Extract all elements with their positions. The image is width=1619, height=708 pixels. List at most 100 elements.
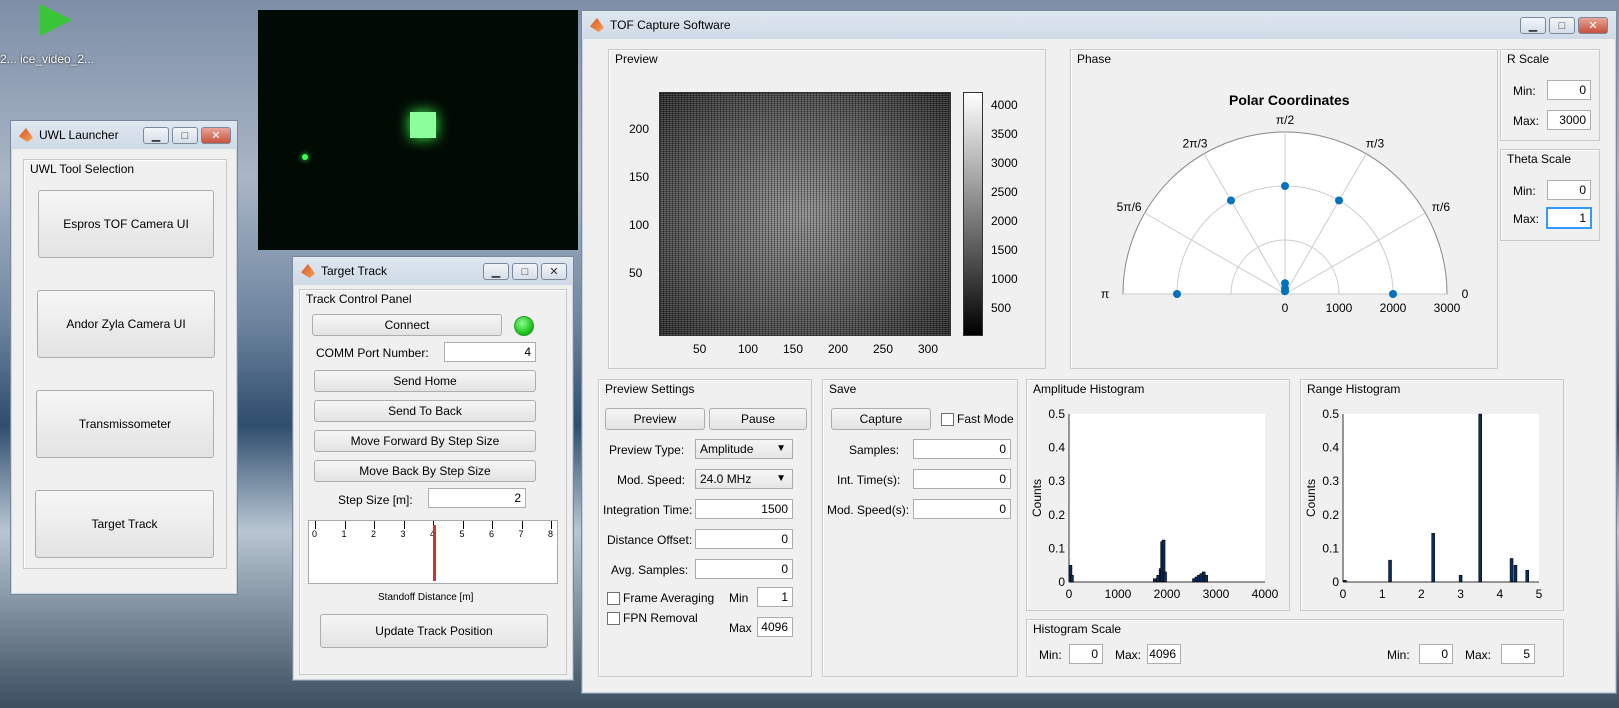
hist-axes: [1343, 414, 1539, 582]
espros-button[interactable]: Espros TOF Camera UI: [38, 190, 214, 258]
avg-samples-input[interactable]: 0: [695, 559, 793, 579]
hist-bar: [1153, 578, 1157, 583]
r-min-input[interactable]: 0: [1547, 80, 1591, 100]
mod-speed-select[interactable]: 24.0 MHz ▼: [695, 469, 793, 489]
theta-scale-panel: Theta Scale Min: 0 Max: 1: [1500, 149, 1600, 241]
minimize-button[interactable]: ▁: [483, 263, 509, 280]
polar-point: [1334, 196, 1343, 205]
mod-speeds-input[interactable]: 0: [913, 499, 1011, 519]
fpn-checkbox[interactable]: [607, 612, 620, 625]
max-input[interactable]: 4096: [757, 617, 793, 637]
hist-y-tick: 0.1: [1322, 541, 1339, 555]
ruler-tick-label: 1: [341, 529, 347, 539]
ruler-tick-label: 3: [400, 529, 406, 539]
range-min-input[interactable]: 0: [1419, 644, 1453, 664]
hist-y-tick: 0.2: [1048, 508, 1065, 522]
colorbar: [963, 92, 983, 336]
r-max-label: Max:: [1513, 114, 1540, 128]
colorbar-tick: 1000: [991, 272, 1018, 286]
close-button[interactable]: ✕: [541, 263, 567, 280]
range-max-input[interactable]: 5: [1501, 644, 1535, 664]
int-time-input[interactable]: 0: [913, 469, 1011, 489]
uwl-tool-panel-label: UWL Tool Selection: [28, 162, 137, 176]
samples-input[interactable]: 0: [913, 439, 1011, 459]
fpn-label: FPN Removal: [623, 611, 698, 625]
minimize-button[interactable]: ▁: [143, 127, 169, 144]
tof-window: TOF Capture Software ▁ □ ✕ Preview 200 150 1…: [581, 10, 1617, 694]
amp-min-input[interactable]: 0: [1069, 644, 1103, 664]
desktop-play-icon[interactable]: [40, 4, 72, 36]
hist-scale-panel: Histogram Scale Min: 0 Max: 4096 Min: 0 …: [1026, 619, 1564, 677]
minimize-button[interactable]: ▁: [1520, 17, 1546, 34]
close-button[interactable]: ✕: [1578, 17, 1608, 34]
pause-button[interactable]: Pause: [709, 408, 807, 430]
hist-y-tick: 0.1: [1048, 541, 1065, 555]
maximize-button[interactable]: □: [172, 127, 198, 144]
preview-y-tick: 150: [629, 170, 650, 184]
preview-y-tick: 200: [629, 122, 650, 136]
hist-x-tick: 2000: [1154, 587, 1181, 601]
target-track-button[interactable]: Target Track: [35, 490, 214, 558]
hist-x-tick: 2: [1418, 587, 1425, 601]
preview-image: [659, 92, 951, 336]
polar-point: [1389, 290, 1397, 298]
hist-y-tick: 0.5: [1322, 407, 1339, 421]
hist-axes: [1069, 414, 1265, 582]
r-max-input[interactable]: 3000: [1547, 110, 1591, 130]
video-window: [258, 10, 578, 250]
transmissometer-button[interactable]: Transmissometer: [36, 390, 214, 458]
uwl-launcher-window: UWL Launcher ▁ □ ✕ UWL Tool Selection Espr…: [10, 120, 238, 595]
hist-bar: [1163, 571, 1167, 583]
theta-min-label: Min:: [1513, 184, 1536, 198]
fast-mode-checkbox[interactable]: [941, 413, 954, 426]
mod-speeds-label: Mod. Speed(s):: [827, 503, 910, 517]
hist-bar: [1509, 558, 1514, 583]
hist-bar: [1458, 575, 1463, 583]
frame-averaging-checkbox[interactable]: [607, 592, 620, 605]
colorbar-tick: 1500: [991, 243, 1018, 257]
hist-scale-label: Histogram Scale: [1031, 622, 1124, 636]
phase-panel: Phase Polar Coordinates π/2 2π/3 π/3 5π/6 π/…: [1070, 49, 1498, 369]
polar-r-tick: 0: [1282, 301, 1289, 315]
andor-button[interactable]: Andor Zyla Camera UI: [37, 290, 215, 358]
send-home-button[interactable]: Send Home: [314, 370, 536, 392]
preview-button[interactable]: Preview: [605, 408, 705, 430]
maximize-button[interactable]: □: [1549, 17, 1575, 34]
step-size-input[interactable]: 2: [428, 488, 526, 508]
ruler-tick-label: 0: [312, 529, 318, 539]
amp-max-input[interactable]: 4096: [1147, 644, 1181, 664]
move-back-button[interactable]: Move Back By Step Size: [314, 460, 536, 482]
maximize-button[interactable]: □: [512, 263, 538, 280]
ruler-label: Standoff Distance [m]: [378, 592, 474, 603]
hist-x-tick: 1000: [1105, 587, 1132, 601]
distance-offset-label: Distance Offset:: [607, 533, 693, 547]
distance-offset-input[interactable]: 0: [695, 529, 793, 549]
close-button[interactable]: ✕: [201, 127, 231, 144]
capture-button[interactable]: Capture: [831, 408, 931, 430]
preview-type-select[interactable]: Amplitude ▼: [695, 439, 793, 459]
hist-bar: [1431, 533, 1435, 583]
send-back-button[interactable]: Send To Back: [314, 400, 536, 422]
ruler-tick: [403, 521, 405, 529]
int-time-label: Int. Time(s):: [837, 473, 901, 487]
theta-min-input[interactable]: 0: [1547, 180, 1591, 200]
connect-button[interactable]: Connect: [312, 314, 502, 336]
min-input[interactable]: 1: [757, 587, 793, 607]
theta-max-input[interactable]: 1: [1547, 208, 1591, 228]
standoff-ruler[interactable]: 012345678: [308, 520, 558, 584]
integration-input[interactable]: 1500: [695, 499, 793, 519]
update-track-button[interactable]: Update Track Position: [320, 614, 548, 648]
hist-y-tick: 0: [1058, 575, 1065, 589]
ruler-tick-label: 8: [548, 529, 554, 539]
hist-y-tick: 0.3: [1322, 474, 1339, 488]
hist-x-tick: 5: [1536, 587, 1543, 601]
move-forward-button[interactable]: Move Forward By Step Size: [314, 430, 536, 452]
polar-angle-label: 2π/3: [1183, 136, 1208, 150]
colorbar-tick: 3500: [991, 127, 1018, 141]
hist-x-tick: 1: [1379, 587, 1386, 601]
dropdown-arrow-icon: ▼: [776, 443, 786, 454]
range-min-label: Min:: [1387, 648, 1410, 662]
ruler-marker[interactable]: [433, 525, 436, 581]
max-label: Max: [729, 621, 752, 635]
comm-port-input[interactable]: 4: [444, 342, 536, 362]
